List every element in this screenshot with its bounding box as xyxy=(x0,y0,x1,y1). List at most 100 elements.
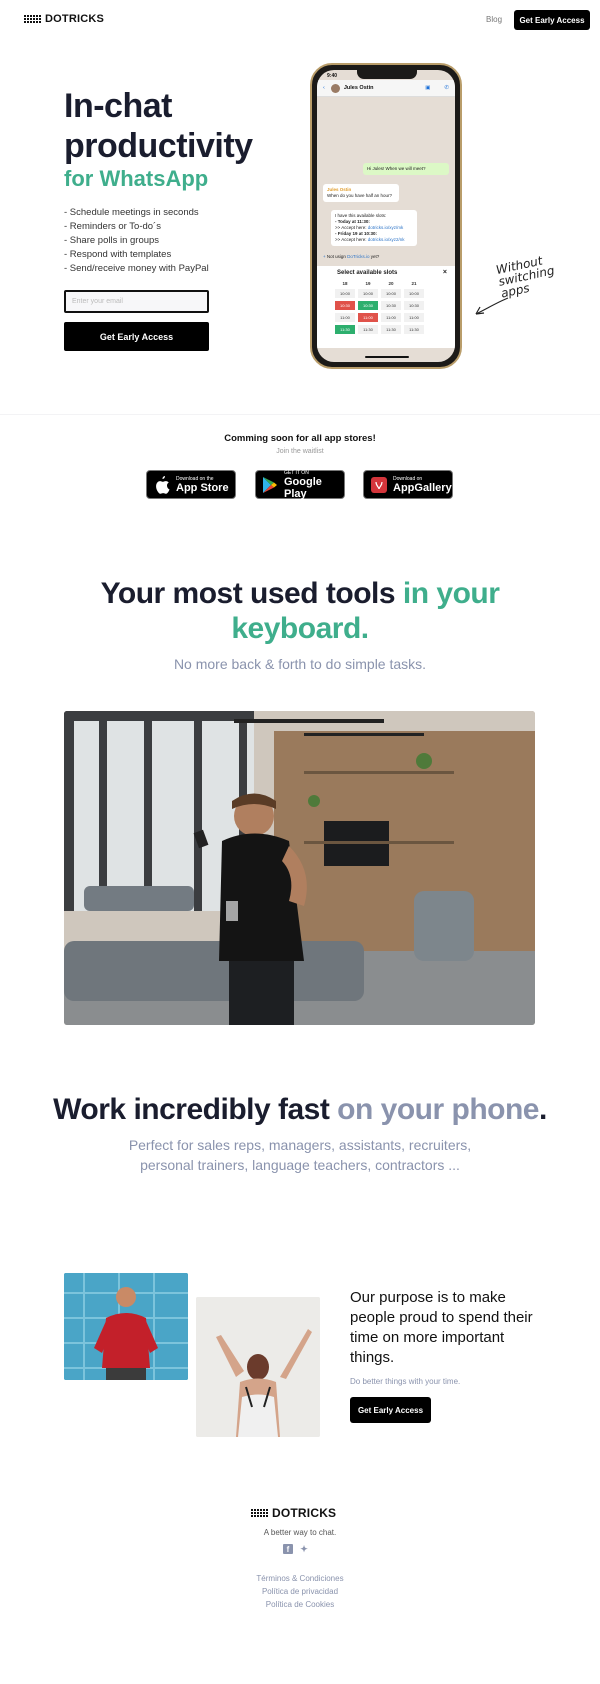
chat-message-slots: I have this available slots: - Today at … xyxy=(331,210,417,246)
facebook-icon[interactable]: f xyxy=(283,1544,293,1554)
message-text: When do you have half an hour? xyxy=(327,193,393,198)
badge-text: Download on the App Store xyxy=(176,476,229,494)
logo[interactable]: DOTRICKS xyxy=(24,13,104,25)
slot-cell[interactable]: 10:00 xyxy=(358,289,378,298)
status-time: 9:40 xyxy=(327,73,338,79)
slot-cell[interactable]: 10:00 xyxy=(381,289,401,298)
feature-item: - Send/receive money with PayPal xyxy=(64,263,209,274)
fast-heading-part3: . xyxy=(539,1093,547,1126)
chat-input: + Not usign DoTricks.io yet? xyxy=(323,254,379,259)
slot-cell[interactable]: 10:00 xyxy=(335,289,355,298)
tools-heading: Your most used tools in your keyboard. xyxy=(0,576,600,646)
message-line: >> Accept here: dotricks.io/xyz2/nk xyxy=(335,237,413,243)
fast-subtitle: Perfect for sales reps, managers, assist… xyxy=(128,1137,472,1173)
badge-big-text: Google Play xyxy=(283,475,322,500)
slots-title-text: Select available slots xyxy=(337,270,398,276)
huawei-icon xyxy=(370,476,388,494)
handwritten-annotation: Without switching apps xyxy=(495,252,558,301)
hero-subtitle: for WhatsApp xyxy=(64,166,209,191)
input-text: Not usign xyxy=(326,254,346,259)
feature-item: - Respond with templates xyxy=(64,249,172,260)
logo-dots-icon xyxy=(251,1509,268,1517)
close-icon: × xyxy=(442,269,447,276)
logo-dots-icon xyxy=(24,15,41,23)
terms-link[interactable]: Términos & Condiciones xyxy=(0,1572,600,1585)
hero-title-line2: productivity xyxy=(64,127,253,165)
nav-get-early-access-button[interactable]: Get Early Access xyxy=(514,10,590,30)
slots-grid: 18 19 20 21 10:00 10:00 10:00 10:00 10:30 10:30 10… xyxy=(335,281,455,334)
slot-cell[interactable]: 10:30 xyxy=(381,301,401,310)
badge-big-text: App Store xyxy=(176,481,229,494)
purpose-get-early-access-button[interactable]: Get Early Access xyxy=(350,1397,431,1423)
blog-link[interactable]: Blog xyxy=(486,15,502,24)
chat-message-incoming: Jules Ostin When do you have half an hou… xyxy=(323,184,399,202)
tools-subtitle: No more back & forth to do simple tasks. xyxy=(173,656,427,672)
slot-cell[interactable]: 10:00 xyxy=(404,289,424,298)
cookies-link[interactable]: Política de Cookies xyxy=(0,1598,600,1611)
social-links: f ✦ xyxy=(283,1544,309,1554)
happy-man-photo xyxy=(64,1273,188,1380)
hero-title-line1: In-chat xyxy=(64,87,172,125)
message-text: >> Accept here: xyxy=(335,237,367,242)
section-divider xyxy=(0,414,600,415)
slot-link: dotricks.io/xyz2/nk xyxy=(367,237,405,242)
home-indicator xyxy=(365,356,409,358)
google-play-badge[interactable]: GET IT ON Google Play xyxy=(255,470,345,500)
email-input[interactable]: Enter your email xyxy=(64,290,209,313)
slot-cell[interactable]: 11:00 xyxy=(404,313,424,322)
waitlist-link[interactable]: Join the waitlist xyxy=(0,448,600,455)
slot-cell[interactable]: 11:30 xyxy=(358,325,378,334)
badge-text: GET IT ON Google Play xyxy=(284,470,344,500)
logo-text: DOTRICKS xyxy=(45,13,105,25)
slot-cell[interactable]: 11:00 xyxy=(335,313,355,322)
phone-notch xyxy=(357,70,417,79)
slot-cell[interactable]: 11:30 xyxy=(381,325,401,334)
slot-cell[interactable]: 11:30 xyxy=(404,325,424,334)
fast-heading: Work incredibly fast on your phone. xyxy=(0,1092,600,1128)
hand-drawn-arrow-icon xyxy=(475,297,509,315)
feature-item: - Share polls in groups xyxy=(64,235,160,246)
fast-heading-part2: on your phone xyxy=(329,1093,539,1126)
slots-title: Select available slots × xyxy=(317,266,455,279)
app-store-badge[interactable]: Download on the App Store xyxy=(146,470,236,499)
app-gallery-badge[interactable]: Download on AppGallery xyxy=(363,470,453,499)
slot-cell[interactable]: 10:30 xyxy=(335,301,355,310)
tools-heading-part1: Your most used tools xyxy=(100,577,396,610)
back-arrow-icon: ‹ xyxy=(323,85,325,91)
footer-logo-text: DOTRICKS xyxy=(272,1506,337,1520)
fast-heading-part1: Work incredibly fast xyxy=(53,1093,330,1126)
tools-heading-part2: in your xyxy=(395,577,500,610)
footer-tagline: A better way to chat. xyxy=(263,1528,337,1537)
feature-list: - Schedule meetings in seconds - Reminde… xyxy=(64,206,209,276)
man-using-phone-photo xyxy=(64,711,535,1025)
slot-link: dotricks.io/xyz/mk xyxy=(367,225,404,230)
apple-icon xyxy=(153,475,171,494)
slot-day-header: 21 xyxy=(411,281,417,286)
footer-links: Términos & Condiciones Política de priva… xyxy=(0,1572,600,1611)
phone-call-icon: ✆ xyxy=(444,85,449,91)
slot-cell[interactable]: 10:30 xyxy=(358,301,378,310)
slot-day-header: 19 xyxy=(365,281,371,286)
slot-cell[interactable]: 10:30 xyxy=(404,301,424,310)
stores-heading: Comming soon for all app stores! xyxy=(224,433,376,444)
hero-title: In-chat productivity xyxy=(64,86,253,166)
hero-get-early-access-button[interactable]: Get Early Access xyxy=(64,322,209,351)
slot-cell[interactable]: 11:00 xyxy=(358,313,378,322)
twitter-icon[interactable]: ✦ xyxy=(299,1544,309,1554)
slot-cell[interactable]: 11:00 xyxy=(381,313,401,322)
slot-cell[interactable]: 11:30 xyxy=(335,325,355,334)
footer-logo[interactable]: DOTRICKS xyxy=(251,1506,336,1520)
phone-mockup: 9:40 ‹ Jules Ostin ▣ ✆ Hi Jules! When we… xyxy=(310,63,462,369)
tools-heading-part3: keyboard. xyxy=(231,612,369,645)
top-nav: DOTRICKS Blog Get Early Access xyxy=(0,0,600,42)
chat-header: ‹ Jules Ostin ▣ ✆ xyxy=(317,80,455,97)
slots-picker: Select available slots × 18 19 20 21 10:00 10… xyxy=(317,266,455,348)
contact-name: Jules Ostin xyxy=(343,85,374,91)
chat-message-outgoing: Hi Jules! When we will meet? xyxy=(363,163,449,175)
input-text: yet? xyxy=(370,254,380,259)
feature-item: - Reminders or To-do´s xyxy=(64,221,161,232)
badge-big-text: AppGallery xyxy=(393,481,452,494)
slot-day-header: 18 xyxy=(342,281,348,286)
phone-screen: 9:40 ‹ Jules Ostin ▣ ✆ Hi Jules! When we… xyxy=(317,70,455,362)
privacy-link[interactable]: Política de privacidad xyxy=(0,1585,600,1598)
